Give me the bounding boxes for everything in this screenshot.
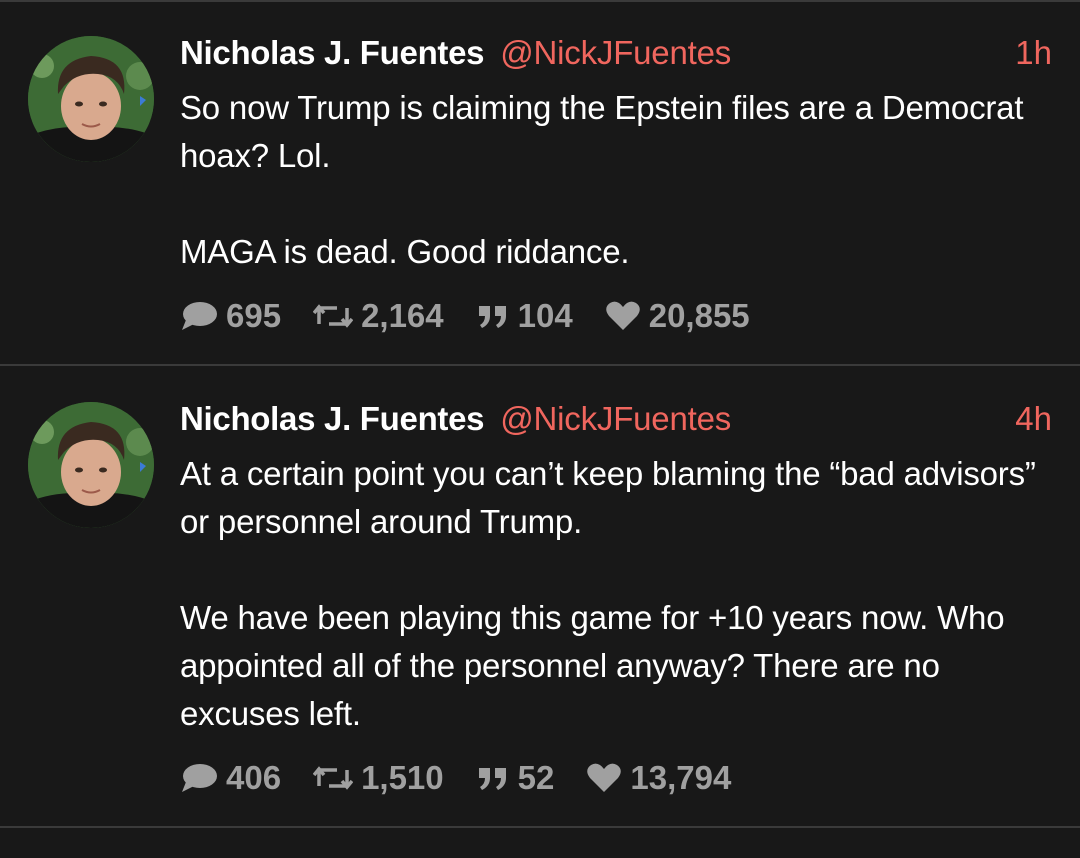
handle[interactable]: @NickJFuentes	[500, 400, 731, 438]
post-stats: 406 1,510 52 13,794	[180, 758, 763, 798]
post-header: Nicholas J. Fuentes @NickJFuentes 1h	[180, 34, 1052, 78]
repost-button[interactable]: 2,164	[313, 297, 444, 335]
post-divider	[0, 826, 1080, 828]
post-body: So now Trump is claiming the Epstein fil…	[180, 84, 1040, 276]
repost-count: 2,164	[361, 297, 444, 334]
repost-button[interactable]: 1,510	[313, 759, 444, 797]
speech-bubble-icon	[182, 302, 217, 330]
repost-arrows-icon	[313, 304, 354, 328]
handle[interactable]: @NickJFuentes	[500, 34, 731, 72]
heart-icon	[587, 763, 622, 792]
post-stats: 695 2,164 104 20,855	[180, 296, 782, 336]
reply-button[interactable]: 695	[180, 297, 281, 335]
quote-count: 104	[517, 297, 573, 334]
like-button[interactable]: 20,855	[605, 297, 750, 335]
avatar[interactable]	[28, 402, 154, 528]
display-name[interactable]: Nicholas J. Fuentes	[180, 400, 485, 438]
post-divider	[0, 364, 1080, 366]
like-count: 20,855	[648, 297, 750, 334]
post-paragraph: We have been playing this game for +10 y…	[180, 599, 1005, 732]
top-divider	[0, 0, 1080, 2]
post-body: At a certain point you can’t keep blamin…	[180, 450, 1040, 738]
speech-bubble-icon	[182, 764, 217, 792]
avatar[interactable]	[28, 36, 154, 162]
quote-marks-icon	[478, 306, 506, 328]
timestamp[interactable]: 1h	[1015, 34, 1052, 72]
timestamp[interactable]: 4h	[1015, 400, 1052, 438]
like-count: 13,794	[630, 759, 732, 796]
heart-icon	[605, 301, 640, 330]
reply-button[interactable]: 406	[180, 759, 281, 797]
quote-marks-icon	[478, 768, 506, 790]
repost-arrows-icon	[313, 766, 354, 790]
post-paragraph: At a certain point you can’t keep blamin…	[180, 455, 1036, 540]
reply-count: 406	[226, 759, 282, 796]
quote-button[interactable]: 52	[476, 759, 555, 797]
reply-count: 695	[226, 297, 282, 334]
repost-count: 1,510	[361, 759, 444, 796]
like-button[interactable]: 13,794	[586, 759, 731, 797]
post-paragraph: So now Trump is claiming the Epstein fil…	[180, 89, 1024, 174]
quote-count: 52	[517, 759, 555, 796]
post-header: Nicholas J. Fuentes @NickJFuentes 4h	[180, 400, 1052, 444]
post-paragraph: MAGA is dead. Good riddance.	[180, 233, 630, 270]
quote-button[interactable]: 104	[476, 297, 573, 335]
display-name[interactable]: Nicholas J. Fuentes	[180, 34, 485, 72]
